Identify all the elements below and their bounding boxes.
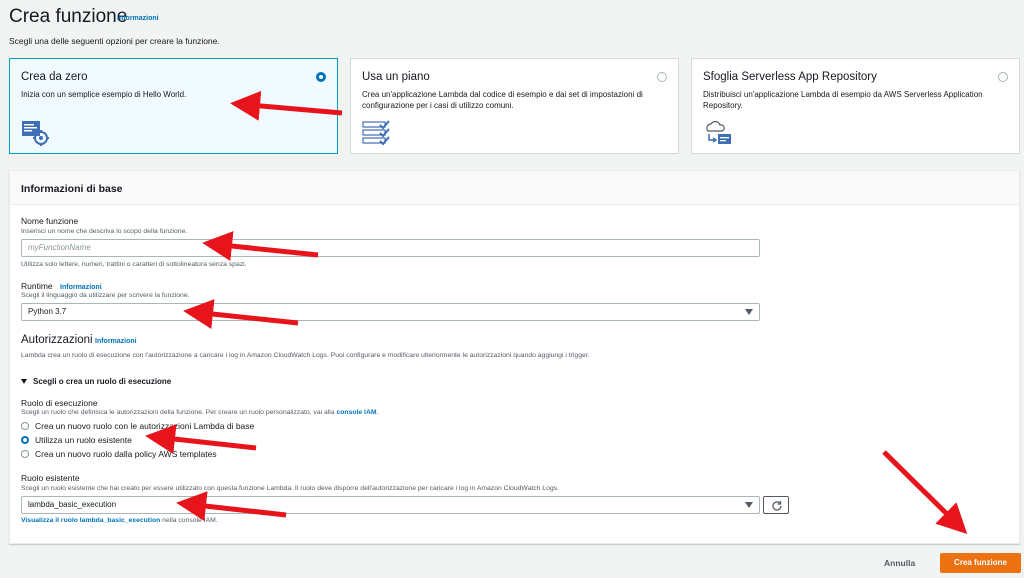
- option-title: Crea da zero: [21, 71, 88, 83]
- radio-button[interactable]: [21, 436, 29, 444]
- permissions-description: Lambda crea un ruolo di esecuzione con l…: [21, 352, 590, 359]
- execution-role-label: Ruolo di esecuzione: [21, 398, 98, 408]
- option-card-serverless-app-repository[interactable]: Sfoglia Serverless App Repository Distri…: [691, 58, 1020, 154]
- view-role-line: Visualizza il ruolo lambda_basic_executi…: [21, 517, 218, 524]
- runtime-select[interactable]: Python 3.7: [21, 303, 760, 321]
- refresh-button[interactable]: [763, 496, 789, 514]
- option-description: Distribuisci un'applicazione Lambda di e…: [703, 90, 983, 110]
- expander-label: Scegli o crea un ruolo di esecuzione: [33, 377, 172, 386]
- checklist-icon: [362, 120, 390, 146]
- chevron-down-icon: [745, 502, 753, 508]
- view-role-suffix: nella console IAM.: [160, 517, 218, 524]
- page-title: Crea funzione: [9, 6, 128, 27]
- create-function-button[interactable]: Crea funzione: [940, 553, 1021, 573]
- existing-role-value: lambda_basic_execution: [28, 500, 117, 509]
- panel-header: Informazioni di base: [10, 171, 1019, 205]
- option-radio[interactable]: [316, 72, 326, 82]
- permissions-title: Autorizzazioni: [21, 334, 93, 346]
- radio-button[interactable]: [21, 422, 29, 430]
- radio-button[interactable]: [21, 450, 29, 458]
- function-name-hint: Inserisci un nome che descriva lo scopo …: [21, 228, 188, 235]
- iam-console-link[interactable]: console IAM: [336, 409, 376, 416]
- page-subtitle: Scegli una delle seguenti opzioni per cr…: [9, 36, 220, 46]
- option-title: Usa un piano: [362, 71, 430, 83]
- panel-title: Informazioni di base: [21, 183, 123, 195]
- option-description: Crea un'applicazione Lambda dal codice d…: [362, 90, 643, 110]
- runtime-value: Python 3.7: [28, 307, 67, 316]
- option-description: Inizia con un semplice esempio di Hello …: [21, 90, 187, 99]
- role-hint-text: Scegli un ruolo che definisca le autoriz…: [21, 409, 337, 416]
- caret-down-icon: [21, 379, 27, 385]
- refresh-icon: [772, 501, 782, 511]
- chevron-down-icon: [745, 309, 753, 315]
- runtime-info-link[interactable]: Informazioni: [60, 284, 102, 291]
- function-name-input[interactable]: myFunctionName: [21, 239, 760, 257]
- option-title: Sfoglia Serverless App Repository: [703, 71, 877, 83]
- option-card-use-blueprint[interactable]: Usa un piano Crea un'applicazione Lambda…: [350, 58, 679, 154]
- existing-role-select[interactable]: lambda_basic_execution: [21, 496, 760, 514]
- runtime-label-text: Runtime: [21, 281, 53, 291]
- radio-label: Crea un nuovo ruolo con le autorizzazion…: [35, 421, 255, 431]
- function-name-constraint: Utilizza solo lettere, numeri, trattini …: [21, 261, 247, 268]
- execution-role-expander[interactable]: Scegli o crea un ruolo di esecuzione: [21, 377, 171, 386]
- function-name-label: Nome funzione: [21, 216, 79, 226]
- role-hint-suffix: .: [376, 409, 379, 416]
- title-info-link[interactable]: Informazioni: [117, 15, 159, 22]
- existing-role-hint: Scegli un ruolo esistente che hai creato…: [21, 485, 559, 492]
- cancel-button[interactable]: Annulla: [884, 555, 915, 571]
- runtime-label: Runtime Informazioni: [21, 281, 102, 291]
- code-gear-icon: [22, 121, 49, 146]
- runtime-hint: Scegli il linguaggio da utilizzare per s…: [21, 292, 190, 299]
- option-radio[interactable]: [998, 72, 1008, 82]
- permissions-info-link[interactable]: Informazioni: [95, 338, 137, 345]
- basic-info-panel: Informazioni di base Nome funzione Inser…: [9, 170, 1020, 544]
- option-radio[interactable]: [657, 72, 667, 82]
- radio-label: Utilizza un ruolo esistente: [35, 435, 132, 445]
- radio-label: Crea un nuovo ruolo dalla policy AWS tem…: [35, 449, 217, 459]
- option-card-author-from-scratch[interactable]: Crea da zero Inizia con un semplice esem…: [9, 58, 338, 154]
- view-role-link[interactable]: Visualizza il ruolo lambda_basic_executi…: [21, 517, 160, 524]
- cloud-deploy-icon: [706, 121, 731, 144]
- existing-role-label: Ruolo esistente: [21, 473, 80, 483]
- execution-role-hint: Scegli un ruolo che definisca le autoriz…: [21, 409, 378, 416]
